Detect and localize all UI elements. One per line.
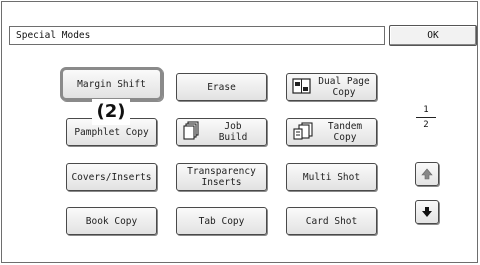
tandem-copy-icon xyxy=(292,121,314,144)
page-total: 2 xyxy=(423,120,429,130)
erase-label: Erase xyxy=(207,81,236,93)
dual-page-copy-label: Dual Page Copy xyxy=(318,76,370,98)
scroll-down-button[interactable] xyxy=(415,200,439,224)
multi-shot-label: Multi Shot xyxy=(302,171,361,183)
step-callout: (2) xyxy=(92,99,130,125)
page-divider xyxy=(416,117,436,118)
book-copy-label: Book Copy xyxy=(85,215,138,227)
tab-copy-label: Tab Copy xyxy=(198,215,245,227)
book-copy-button[interactable]: Book Copy xyxy=(66,207,157,235)
card-shot-label: Card Shot xyxy=(305,215,358,227)
covers-inserts-label: Covers/Inserts xyxy=(71,171,152,183)
page-current: 1 xyxy=(423,105,429,115)
ok-button[interactable]: OK xyxy=(389,25,477,46)
job-build-button[interactable]: Job Build xyxy=(176,118,267,146)
card-shot-button[interactable]: Card Shot xyxy=(286,207,377,235)
arrow-up-icon xyxy=(421,165,433,184)
multi-shot-button[interactable]: Multi Shot xyxy=(286,163,377,191)
tandem-copy-button[interactable]: Tandem Copy xyxy=(286,118,377,146)
screen-title: Special Modes xyxy=(9,26,385,45)
job-build-label: Job Build xyxy=(218,121,248,143)
tab-copy-button[interactable]: Tab Copy xyxy=(176,207,267,235)
pamphlet-copy-label: Pamphlet Copy xyxy=(74,126,149,138)
dual-page-copy-button[interactable]: Dual Page Copy xyxy=(286,73,377,101)
erase-button[interactable]: Erase xyxy=(176,73,267,101)
tandem-copy-label: Tandem Copy xyxy=(327,121,363,143)
scroll-up-button[interactable] xyxy=(415,162,439,186)
margin-shift-label: Margin Shift xyxy=(77,78,146,90)
margin-shift-button[interactable]: Margin Shift xyxy=(60,67,163,101)
page-indicator: 1 2 xyxy=(414,104,438,131)
arrow-down-icon xyxy=(421,203,433,222)
job-build-icon xyxy=(182,120,200,144)
transparency-inserts-button[interactable]: Transparency Inserts xyxy=(176,163,267,191)
covers-inserts-button[interactable]: Covers/Inserts xyxy=(66,163,157,191)
dual-page-copy-icon xyxy=(292,77,312,98)
transparency-inserts-label: Transparency Inserts xyxy=(187,166,256,188)
title-bar: Special Modes OK xyxy=(4,4,477,46)
